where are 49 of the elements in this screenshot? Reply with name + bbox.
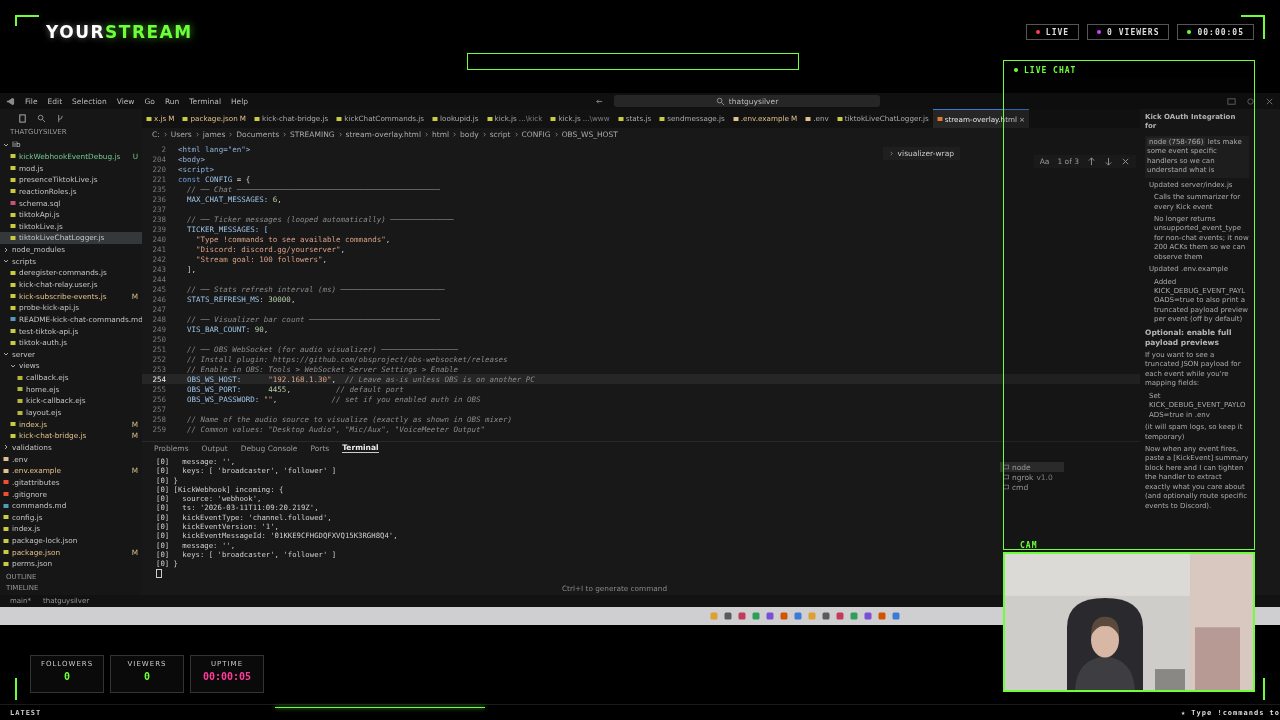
file-icon: [432, 115, 439, 122]
down-arrow-icon[interactable]: [1104, 157, 1113, 166]
up-arrow-icon[interactable]: [1087, 157, 1096, 166]
chevron-icon: [423, 132, 429, 137]
search-icon: [715, 96, 725, 106]
app-logo-icon: [6, 96, 15, 106]
branch-icon[interactable]: [56, 114, 65, 123]
logo-text: YOURSTREAM: [46, 22, 193, 42]
chevron-icon: [162, 132, 168, 137]
cam-label: CAM: [1019, 541, 1039, 552]
file-icon: [486, 115, 493, 122]
chevron-icon: [513, 132, 519, 137]
files-icon[interactable]: [18, 114, 27, 123]
stat-value: 0: [64, 671, 70, 682]
pill-label: LIVE: [1045, 27, 1070, 37]
file-icon: [659, 115, 666, 122]
chevron-icon: [3, 444, 9, 451]
stat-value: 00:00:05: [202, 671, 252, 682]
chevron-icon: [194, 132, 200, 137]
chevron-icon: [553, 132, 559, 137]
search-icon[interactable]: [37, 114, 46, 123]
text-cursor: [156, 568, 162, 578]
chevron-icon: [3, 141, 9, 148]
file-icon: [146, 115, 152, 122]
chevron-icon: [481, 132, 487, 137]
file-icon: [336, 115, 343, 122]
chevron-icon: [888, 151, 894, 156]
pill-label: 0 VIEWERS: [1107, 27, 1160, 37]
stat-value: 0: [144, 671, 150, 682]
layout-icon[interactable]: [1227, 96, 1236, 106]
status-dot: [1014, 68, 1018, 72]
chevron-icon: [228, 132, 234, 137]
corner-bracket: [1241, 15, 1265, 39]
file-icon: [182, 115, 189, 122]
file-icon: [936, 116, 943, 122]
chevron-icon: [337, 132, 343, 137]
corner-bracket: [15, 15, 39, 27]
chevron-icon: [452, 132, 458, 137]
file-icon: [550, 115, 557, 122]
close-icon[interactable]: [1265, 96, 1274, 106]
file-icon: [836, 115, 843, 122]
pill-label: 00:00:05: [1197, 27, 1244, 37]
close-icon[interactable]: [1121, 157, 1130, 166]
file-icon: [617, 115, 624, 122]
panel-title: LIVE CHAT: [1024, 65, 1077, 75]
file-icon: [805, 115, 812, 122]
file-icon: [732, 115, 739, 122]
file-icon: [254, 115, 260, 122]
chevron-icon: [282, 132, 288, 137]
